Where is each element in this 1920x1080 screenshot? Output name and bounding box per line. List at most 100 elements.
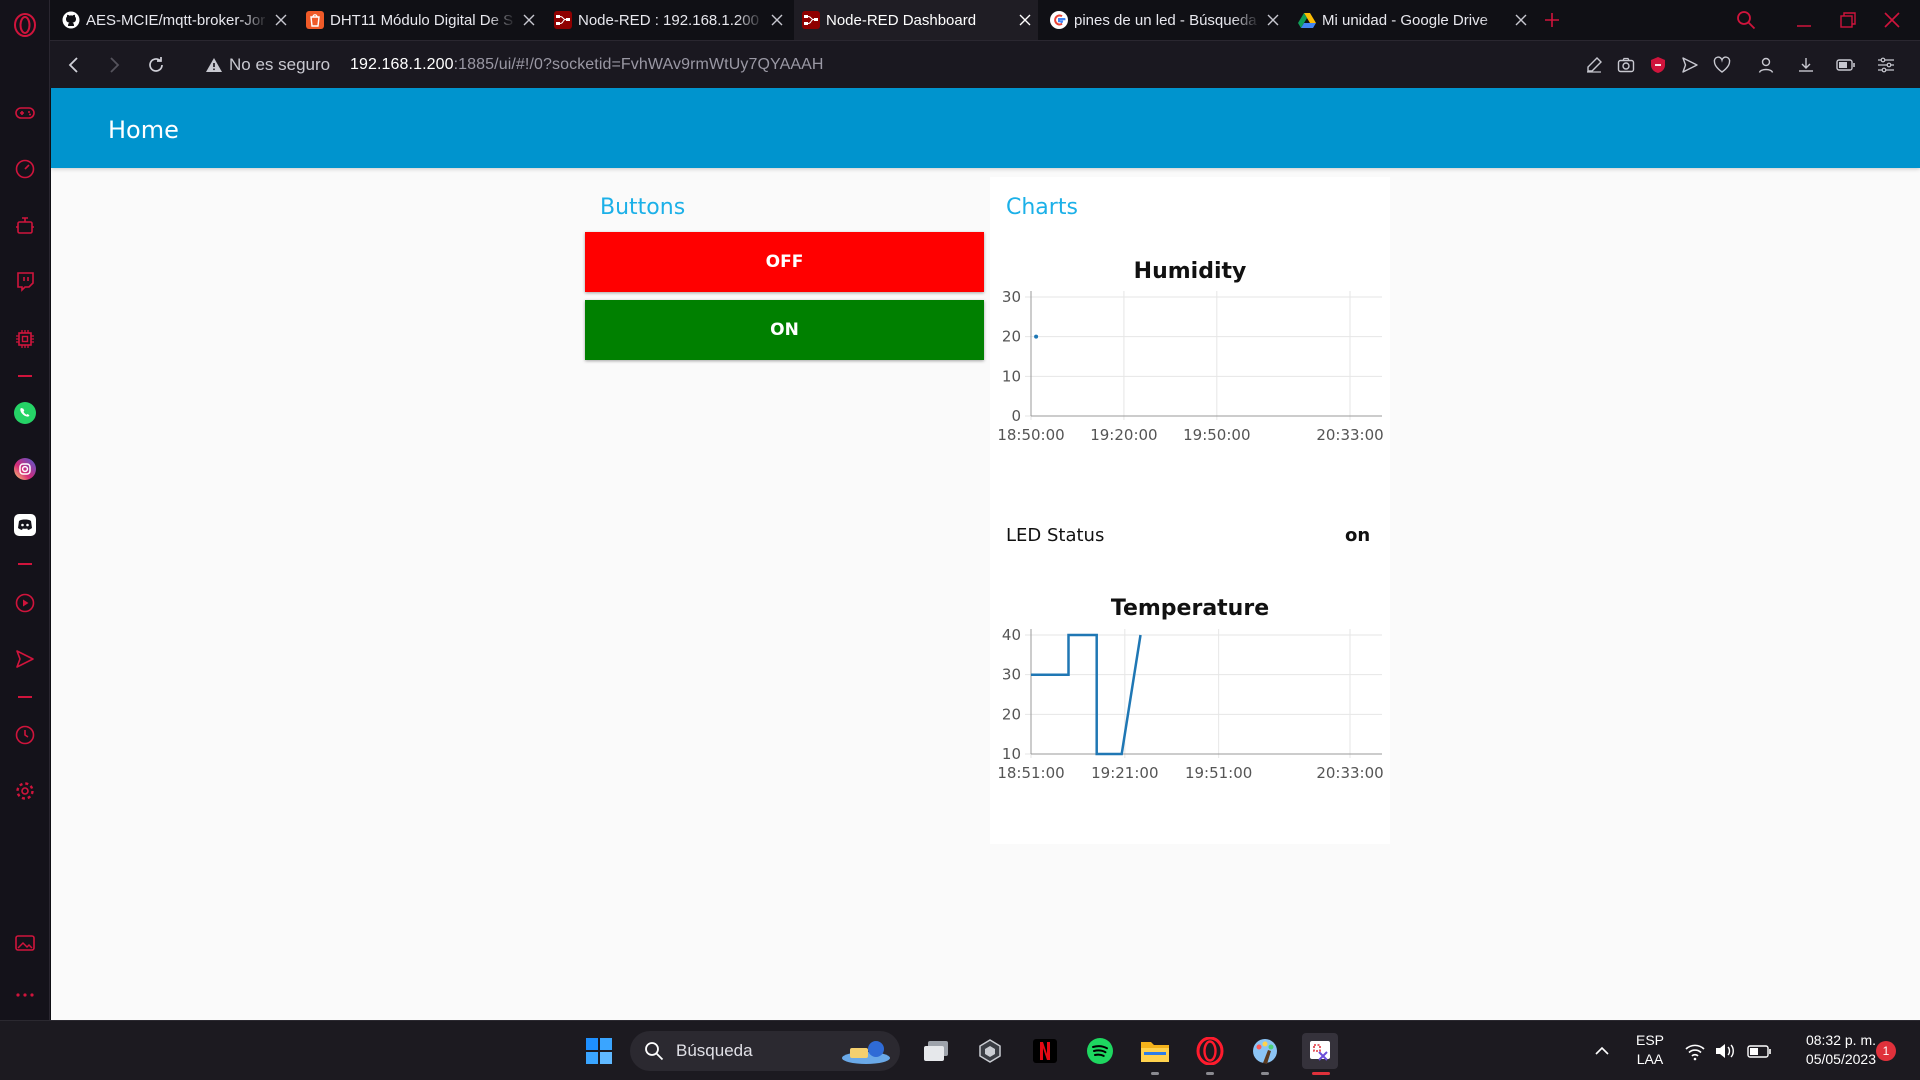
player-icon[interactable] xyxy=(12,590,38,616)
tab-node-red-editor[interactable]: Node-RED : 192.168.1.200 xyxy=(546,0,790,40)
security-indicator[interactable]: No es seguro xyxy=(205,53,330,77)
keyboard-layout: LAA xyxy=(1636,1051,1664,1067)
tab-search-button[interactable] xyxy=(1730,0,1766,40)
send-page-icon[interactable] xyxy=(1678,53,1702,77)
more-icon[interactable] xyxy=(12,982,38,1008)
language-code: ESP xyxy=(1635,1032,1664,1048)
tab-title: AES-MCIE/mqtt-broker-Jor xyxy=(86,11,266,29)
notification-badge[interactable]: 1 xyxy=(1876,1041,1896,1061)
twitch-icon[interactable] xyxy=(12,268,38,294)
spotify-icon[interactable] xyxy=(1082,1033,1118,1069)
plus-icon xyxy=(1545,13,1559,27)
chip-icon[interactable] xyxy=(12,326,38,352)
tab-node-red-dashboard[interactable]: Node-RED Dashboard xyxy=(794,0,1038,40)
battery-icon xyxy=(1747,1045,1771,1058)
active-app-indicator xyxy=(1312,1072,1330,1075)
input-language[interactable]: ESP LAA xyxy=(1620,1031,1680,1069)
edit-icon[interactable] xyxy=(1582,53,1606,77)
app-cube-icon[interactable] xyxy=(972,1033,1008,1069)
taskbar-search[interactable]: Búsqueda xyxy=(630,1031,900,1071)
close-tab-icon[interactable] xyxy=(1012,14,1038,26)
close-tab-icon[interactable] xyxy=(764,14,790,26)
address-bar: No es seguro 192.168.1.200:1885/ui/#!/0?… xyxy=(50,40,1920,88)
netflix-icon[interactable] xyxy=(1027,1033,1063,1069)
x-tick-label: 19:51:00 xyxy=(1185,764,1252,782)
node-red-icon xyxy=(802,11,820,29)
download-icon[interactable] xyxy=(1794,53,1818,77)
close-tab-icon[interactable] xyxy=(1508,14,1534,26)
close-tab-icon[interactable] xyxy=(1260,14,1286,26)
history-icon[interactable] xyxy=(12,722,38,748)
windows-start-icon[interactable] xyxy=(581,1033,617,1069)
search-label: Búsqueda xyxy=(676,1041,753,1060)
camera-icon[interactable] xyxy=(1614,53,1638,77)
windows-taskbar: Búsqueda ESP LAA 08:32 p. m. 05/05/2023 … xyxy=(0,1020,1920,1080)
tab-title: Node-RED : 192.168.1.200 xyxy=(578,11,759,29)
image-gallery-icon[interactable] xyxy=(12,930,38,956)
y-tick-label: 30 xyxy=(1002,289,1021,306)
page-title: Home xyxy=(108,116,179,144)
system-tray-status[interactable] xyxy=(1680,1033,1780,1069)
store-icon xyxy=(306,11,324,29)
file-explorer-icon[interactable] xyxy=(1137,1033,1173,1069)
sidebar-separator xyxy=(18,563,32,565)
reload-button[interactable] xyxy=(144,53,168,77)
wifi-icon xyxy=(1685,1044,1705,1061)
restore-button[interactable] xyxy=(1828,0,1868,40)
back-button[interactable] xyxy=(62,53,86,77)
robot-icon[interactable] xyxy=(12,212,38,238)
task-view-icon[interactable] xyxy=(918,1033,954,1069)
paint-icon[interactable] xyxy=(1247,1033,1283,1069)
whatsapp-icon[interactable] xyxy=(12,400,38,426)
off-button[interactable]: OFF xyxy=(585,232,984,292)
dashboard-toolbar: Home xyxy=(51,88,1920,168)
adblock-shield-icon[interactable] xyxy=(1646,53,1670,77)
opera-menu-icon[interactable] xyxy=(12,12,38,38)
y-tick-label: 0 xyxy=(1011,407,1021,425)
x-tick-label: 20:33:00 xyxy=(1316,426,1383,444)
series-line xyxy=(1031,633,1142,756)
sidebar-separator xyxy=(18,696,32,698)
tab-google-drive[interactable]: Mi unidad - Google Drive xyxy=(1290,0,1534,40)
battery-saver-icon[interactable] xyxy=(1834,53,1858,77)
led-status-value: on xyxy=(1345,525,1371,546)
forward-button[interactable] xyxy=(102,53,126,77)
minimize-button[interactable] xyxy=(1784,0,1824,40)
clock[interactable]: 08:32 p. m. 05/05/2023 xyxy=(1776,1031,1876,1069)
snipping-tool-icon[interactable] xyxy=(1302,1033,1338,1069)
tab-dht11[interactable]: DHT11 Módulo Digital De S xyxy=(298,0,542,40)
gamepad-icon[interactable] xyxy=(12,100,38,126)
opera-taskbar-icon[interactable] xyxy=(1192,1033,1228,1069)
running-indicator xyxy=(1261,1072,1269,1075)
close-tab-icon[interactable] xyxy=(516,14,542,26)
tab-title: Node-RED Dashboard xyxy=(826,11,977,29)
tab-github[interactable]: AES-MCIE/mqtt-broker-Jor xyxy=(54,0,294,40)
running-indicator xyxy=(1206,1072,1214,1075)
clock-time: 08:32 p. m. xyxy=(1805,1032,1876,1048)
heart-icon[interactable] xyxy=(1710,53,1734,77)
new-tab-button[interactable] xyxy=(1538,0,1574,40)
close-window-button[interactable] xyxy=(1872,0,1912,40)
humidity-chart: 0 10 20 30 18:50:00 19:20:00 19:50:00 20:33:00 xyxy=(997,289,1383,444)
tab-title: Mi unidad - Google Drive xyxy=(1322,11,1488,29)
easy-setup-icon[interactable] xyxy=(1874,53,1898,77)
warning-icon xyxy=(206,58,222,72)
tab-title: pines de un led - Búsqueda xyxy=(1074,11,1257,29)
instagram-icon[interactable] xyxy=(12,456,38,482)
profile-icon[interactable] xyxy=(1754,53,1778,77)
send-icon[interactable] xyxy=(12,646,38,672)
close-tab-icon[interactable] xyxy=(268,14,294,26)
x-tick-label: 19:21:00 xyxy=(1091,764,1158,782)
discord-icon[interactable] xyxy=(12,512,38,538)
back-arrow-icon xyxy=(68,57,78,73)
url-field[interactable]: 192.168.1.200:1885/ui/#!/0?socketid=FvhW… xyxy=(350,53,824,77)
sidebar-separator xyxy=(18,375,32,377)
on-button[interactable]: ON xyxy=(585,300,984,360)
show-hidden-icons-chevron-icon[interactable] xyxy=(1584,1033,1620,1069)
speedometer-icon[interactable] xyxy=(12,156,38,182)
url-host: 192.168.1.200 xyxy=(350,56,454,73)
tab-strip: AES-MCIE/mqtt-broker-Jor DHT11 Módulo Di… xyxy=(50,0,1920,40)
forward-arrow-icon xyxy=(110,57,120,73)
tab-google-search[interactable]: pines de un led - Búsqueda xyxy=(1042,0,1286,40)
settings-gear-icon[interactable] xyxy=(12,778,38,804)
